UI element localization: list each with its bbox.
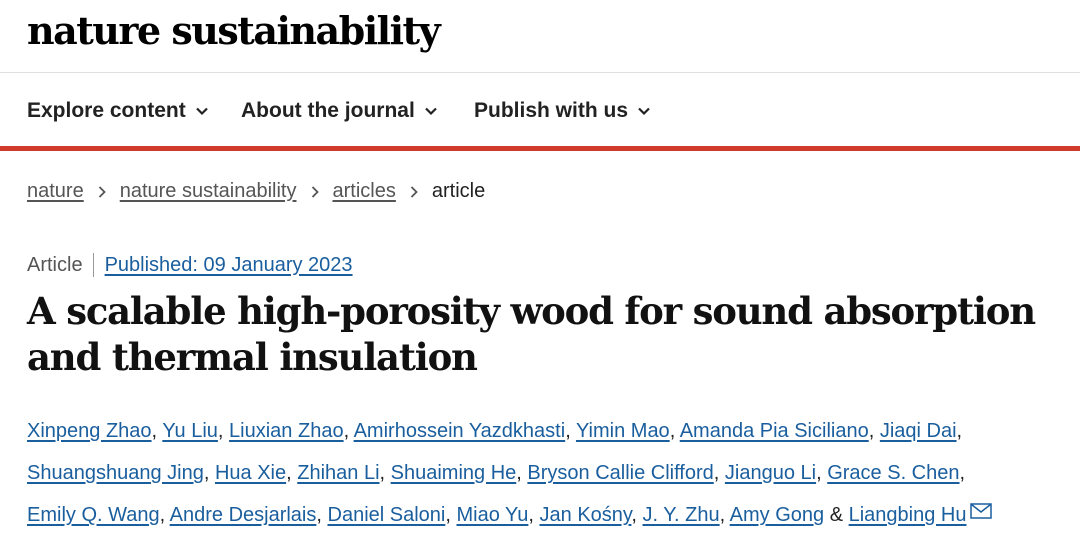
chevron-down-icon bbox=[195, 107, 208, 116]
author-link[interactable]: Andre Desjarlais bbox=[170, 504, 317, 526]
article-title-line1: A scalable high-porosity wood for sound … bbox=[27, 289, 1036, 333]
chevron-right-icon bbox=[98, 185, 106, 198]
author-separator: , bbox=[379, 462, 391, 484]
author-link[interactable]: Miao Yu bbox=[456, 504, 528, 526]
breadcrumb-nature-sustainability[interactable]: nature sustainability bbox=[120, 180, 297, 203]
main-nav: Explore content About the journal Publis… bbox=[0, 73, 1080, 151]
author-separator: , bbox=[631, 504, 643, 526]
author-separator: , bbox=[151, 420, 163, 442]
journal-logo[interactable]: nature sustainability bbox=[27, 8, 441, 53]
author-separator: , bbox=[528, 504, 540, 526]
nav-about-journal[interactable]: About the journal bbox=[241, 99, 438, 123]
breadcrumb-articles[interactable]: articles bbox=[333, 180, 396, 203]
author-separator: , bbox=[286, 462, 298, 484]
author-link[interactable]: Jan Kośny bbox=[540, 504, 632, 526]
author-separator: , bbox=[516, 462, 528, 484]
author-separator: , bbox=[217, 420, 230, 442]
envelope-icon[interactable] bbox=[970, 503, 993, 519]
author-link[interactable]: Shuaiming He bbox=[391, 462, 517, 484]
chevron-right-icon bbox=[410, 185, 418, 198]
author-separator: , bbox=[956, 420, 963, 442]
author-link[interactable]: Emily Q. Wang bbox=[27, 504, 160, 526]
author-separator: , bbox=[816, 462, 828, 484]
nav-publish-with-us[interactable]: Publish with us bbox=[474, 99, 651, 123]
author-link[interactable]: Xinpeng Zhao bbox=[27, 420, 152, 442]
article-title-line2: and thermal insulation bbox=[27, 335, 478, 379]
nav-item-label: Publish with us bbox=[474, 99, 629, 122]
chevron-down-icon bbox=[425, 107, 437, 116]
nav-item-label: About the journal bbox=[241, 99, 415, 122]
author-separator: , bbox=[713, 462, 725, 484]
breadcrumb-nature[interactable]: nature bbox=[27, 180, 84, 203]
author-separator: , bbox=[719, 504, 730, 526]
nav-explore-content[interactable]: Explore content bbox=[27, 99, 209, 123]
breadcrumb: nature nature sustainability articles ar… bbox=[27, 180, 485, 203]
author-link[interactable]: Yimin Mao bbox=[576, 420, 670, 442]
author-separator: , bbox=[203, 462, 215, 484]
author-link[interactable]: Liangbing Hu bbox=[849, 504, 967, 526]
author-link[interactable]: Amy Gong bbox=[730, 504, 824, 526]
article-title: A scalable high-porosity wood for sound … bbox=[27, 288, 1067, 380]
author-link[interactable]: Yu Liu bbox=[162, 420, 218, 442]
author-link[interactable]: J. Y. Zhu bbox=[643, 504, 720, 526]
author-separator: , bbox=[868, 420, 880, 442]
author-link[interactable]: Liuxian Zhao bbox=[229, 420, 344, 442]
author-link[interactable]: Zhihan Li bbox=[297, 462, 379, 484]
author-separator: , bbox=[343, 420, 354, 442]
author-link[interactable]: Daniel Saloni bbox=[328, 504, 446, 526]
author-separator: , bbox=[159, 504, 170, 526]
article-type: Article bbox=[27, 253, 94, 277]
author-ampersand: & bbox=[829, 504, 844, 526]
breadcrumb-current: article bbox=[431, 180, 486, 202]
author-link[interactable]: Grace S. Chen bbox=[827, 462, 959, 484]
author-separator: , bbox=[445, 504, 457, 526]
author-separator: , bbox=[316, 504, 328, 526]
author-list: Xinpeng Zhao, Yu Liu, Liuxian Zhao, Amir… bbox=[27, 410, 1072, 536]
published-date-link[interactable]: Published: 09 January 2023 bbox=[105, 254, 353, 277]
author-separator: , bbox=[959, 462, 966, 484]
author-link[interactable]: Jiaqi Dai bbox=[880, 420, 957, 442]
author-link[interactable]: Jianguo Li bbox=[725, 462, 816, 484]
author-link[interactable]: Amirhossein Yazdkhasti bbox=[354, 420, 566, 442]
author-link[interactable]: Amanda Pia Siciliano bbox=[680, 420, 869, 442]
article-meta: Article Published: 09 January 2023 bbox=[27, 253, 353, 277]
author-link[interactable]: Hua Xie bbox=[215, 462, 286, 484]
author-link[interactable]: Shuangshuang Jing bbox=[27, 462, 204, 484]
author-separator: , bbox=[565, 420, 576, 442]
nav-item-label: Explore content bbox=[27, 99, 186, 122]
author-link[interactable]: Bryson Callie Clifford bbox=[527, 462, 713, 484]
chevron-right-icon bbox=[311, 185, 319, 198]
site-header: nature sustainability bbox=[0, 0, 1080, 73]
author-separator: , bbox=[669, 420, 680, 442]
chevron-down-icon bbox=[638, 107, 650, 116]
